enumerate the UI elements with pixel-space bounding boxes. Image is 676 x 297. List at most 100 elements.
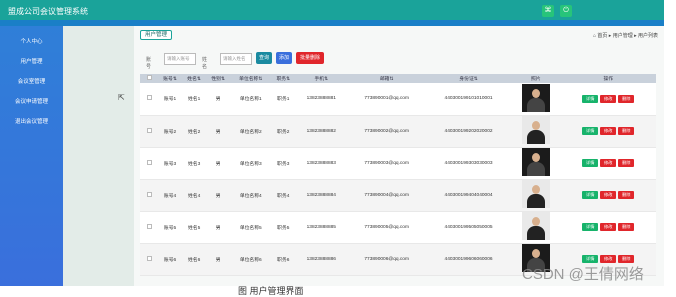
add-button[interactable]: 添加 — [276, 52, 292, 64]
fullscreen-icon[interactable]: ⌘ — [542, 5, 554, 17]
header-name[interactable]: 姓名⇅ — [182, 74, 207, 83]
row-select-cell — [140, 243, 158, 276]
cell-operations: 详情 修改 删除 — [560, 211, 656, 244]
cell-account: 账号2 — [158, 115, 183, 148]
name-search-input[interactable]: 请输入姓名 — [220, 53, 252, 65]
cell-unit: 单位名称1 — [230, 83, 272, 116]
select-all-checkbox[interactable] — [146, 75, 152, 80]
cell-account: 账号1 — [158, 83, 183, 116]
main-content: 用户管理 ⌂ 首页 ▸ 用户管理 ▸ 用户列表 账号 请输入账号 姓名 请输入姓… — [134, 26, 664, 286]
cell-account: 账号6 — [158, 243, 183, 276]
cell-photo — [511, 179, 561, 212]
detail-button[interactable]: 详情 — [582, 94, 599, 103]
user-photo — [521, 83, 550, 112]
row-checkbox[interactable] — [146, 255, 152, 261]
sidebar-item-personal-center[interactable]: 个人中心 — [0, 32, 63, 52]
cell-name: 姓名5 — [182, 211, 207, 244]
delete-button[interactable]: 删除 — [618, 223, 635, 231]
account-label: 账号 — [146, 57, 152, 70]
delete-button[interactable]: 删除 — [618, 94, 635, 103]
cell-phone: 13823888884 — [295, 179, 348, 212]
cell-unit: 单位名称2 — [230, 115, 272, 148]
detail-button[interactable]: 详情 — [582, 127, 599, 135]
sidebar-item-meeting-apply[interactable]: 会议申请管理 — [0, 92, 63, 112]
cell-phone: 13823888881 — [295, 83, 348, 116]
logout-icon[interactable]: ⏻ — [560, 5, 572, 17]
cell-name: 姓名3 — [182, 147, 207, 180]
cell-title: 职务6 — [271, 243, 296, 276]
delete-button[interactable]: 删除 — [618, 191, 635, 199]
table-row: 账号5 姓名5 男单位名称5 职务5 13823888885 773890005@qq.c… — [140, 211, 656, 244]
cell-unit: 单位名称4 — [230, 179, 272, 212]
cell-name: 姓名6 — [182, 243, 207, 276]
header-unit[interactable]: 单位名称⇅ — [230, 74, 272, 83]
cell-name: 姓名4 — [182, 179, 207, 212]
table-header-row: 账号⇅ 姓名⇅ 性别⇅ 单位名称⇅ 职务⇅ 手机⇅ 邮箱⇅ 身份证⇅ 照片 操作 — [140, 74, 656, 83]
edit-button[interactable]: 修改 — [600, 191, 617, 199]
cell-email: 773890001@qq.com — [347, 83, 427, 116]
cell-gender: 男 — [206, 211, 231, 244]
cell-operations: 详情 修改 删除 — [560, 83, 656, 116]
account-search-input[interactable]: 请输入账号 — [164, 53, 196, 65]
table-row: 账号3 姓名3 男单位名称3 职务3 13823888883 773890003@qq.c… — [140, 147, 656, 180]
cell-unit: 单位名称3 — [230, 147, 272, 180]
detail-button[interactable]: 详情 — [582, 191, 599, 199]
table-row: 账号2 姓名2 男单位名称2 职务2 13823888882 773890002@qq.c… — [140, 115, 656, 148]
edit-button[interactable]: 修改 — [600, 255, 617, 263]
cell-id-card: 440300199606060006 — [426, 243, 511, 276]
user-table: 账号⇅ 姓名⇅ 性别⇅ 单位名称⇅ 职务⇅ 手机⇅ 邮箱⇅ 身份证⇅ 照片 操作… — [140, 74, 656, 276]
cell-gender: 男 — [206, 83, 231, 116]
row-checkbox[interactable] — [146, 127, 152, 133]
name-label: 姓名 — [202, 57, 208, 70]
cell-photo — [511, 83, 561, 116]
row-checkbox[interactable] — [146, 191, 152, 197]
cell-id-card: 440300199505050005 — [426, 211, 511, 244]
right-edge — [664, 0, 676, 290]
cell-operations: 详情 修改 删除 — [560, 115, 656, 148]
batch-delete-button[interactable]: 批量删除 — [296, 52, 324, 64]
cell-account: 账号4 — [158, 179, 183, 212]
edit-button[interactable]: 修改 — [600, 223, 617, 231]
delete-button[interactable]: 删除 — [618, 255, 635, 263]
header-gender[interactable]: 性别⇅ — [206, 74, 231, 83]
detail-button[interactable]: 详情 — [582, 255, 599, 263]
row-checkbox[interactable] — [146, 159, 152, 165]
cell-title: 职务1 — [271, 83, 296, 116]
detail-button[interactable]: 详情 — [582, 223, 599, 231]
row-select-cell — [140, 179, 158, 212]
query-button[interactable]: 查询 — [256, 52, 272, 64]
header-account[interactable]: 账号⇅ — [158, 74, 183, 83]
row-checkbox[interactable] — [146, 223, 152, 229]
header-photo: 照片 — [511, 74, 561, 83]
detail-button[interactable]: 详情 — [582, 159, 599, 167]
header-title[interactable]: 职务⇅ — [271, 74, 296, 83]
delete-button[interactable]: 删除 — [618, 159, 635, 167]
row-select-cell — [140, 115, 158, 148]
breadcrumb: ⌂ 首页 ▸ 用户管理 ▸ 用户列表 — [593, 33, 658, 39]
cell-id-card: 440300199404040004 — [426, 179, 511, 212]
cell-id-card: 440300199202020002 — [426, 115, 511, 148]
cell-gender: 男 — [206, 243, 231, 276]
sidebar: 个人中心 用户管理 会议室管理 会议申请管理 退出会议管理 — [0, 26, 63, 286]
user-photo — [521, 180, 550, 208]
delete-button[interactable]: 删除 — [618, 127, 635, 135]
cell-title: 职务4 — [271, 179, 296, 212]
header-phone[interactable]: 手机⇅ — [295, 74, 348, 83]
sidebar-item-meeting-exit[interactable]: 退出会议管理 — [0, 112, 63, 132]
sidebar-item-user-management[interactable]: 用户管理 — [0, 52, 63, 72]
header-id-card[interactable]: 身份证⇅ — [426, 74, 511, 83]
cell-name: 姓名2 — [182, 115, 207, 148]
tab-user-management[interactable]: 用户管理 — [140, 30, 173, 40]
cell-gender: 男 — [206, 147, 231, 180]
cell-operations: 详情 修改 删除 — [560, 147, 656, 180]
header-email[interactable]: 邮箱⇅ — [347, 74, 427, 83]
sidebar-item-meeting-room[interactable]: 会议室管理 — [0, 72, 63, 92]
cell-photo — [511, 147, 561, 180]
header-operations: 操作 — [560, 74, 656, 83]
edit-button[interactable]: 修改 — [600, 127, 617, 135]
cell-phone: 13823888885 — [295, 211, 348, 244]
edit-button[interactable]: 修改 — [600, 94, 617, 103]
cell-account: 账号5 — [158, 211, 183, 244]
row-checkbox[interactable] — [146, 95, 152, 101]
edit-button[interactable]: 修改 — [600, 159, 617, 167]
